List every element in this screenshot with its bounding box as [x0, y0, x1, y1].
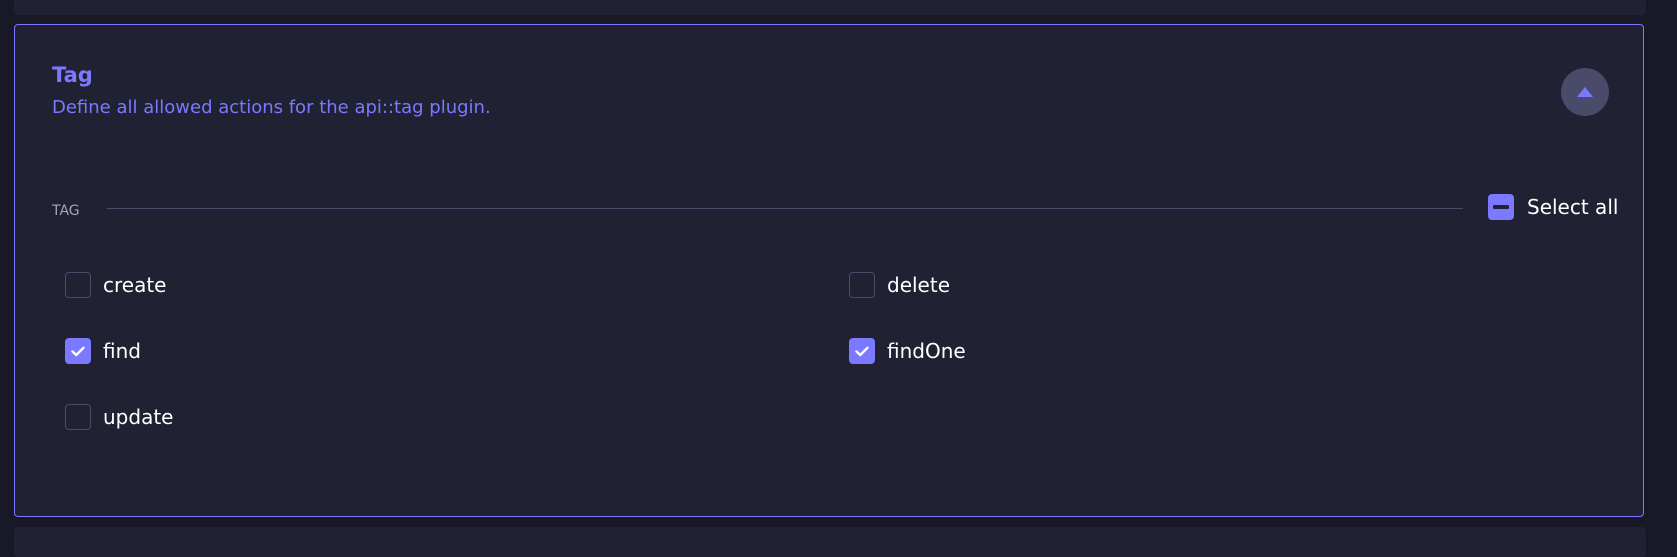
select-all-label: Select all — [1527, 195, 1619, 219]
checkbox-label-find: find — [103, 339, 141, 363]
caret-up-icon — [1577, 87, 1593, 97]
checkbox-findone[interactable]: findOne — [849, 338, 966, 364]
next-panel — [14, 527, 1646, 557]
checkbox-update[interactable]: update — [65, 404, 173, 430]
panel-title: Tag — [52, 63, 93, 87]
checkbox-box-findone[interactable] — [849, 338, 875, 364]
checkbox-box-delete[interactable] — [849, 272, 875, 298]
checkbox-label-findone: findOne — [887, 339, 966, 363]
checkmark-icon — [855, 346, 869, 356]
checkbox-find[interactable]: find — [65, 338, 141, 364]
checkmark-icon — [71, 346, 85, 356]
checkbox-create[interactable]: create — [65, 272, 167, 298]
section-divider — [107, 208, 1463, 209]
collapse-button[interactable] — [1561, 68, 1609, 116]
minus-icon — [1493, 205, 1509, 209]
select-all-box[interactable] — [1488, 194, 1514, 220]
checkbox-box-create[interactable] — [65, 272, 91, 298]
checkbox-delete[interactable]: delete — [849, 272, 950, 298]
checkbox-label-update: update — [103, 405, 174, 429]
panel-subtitle: Define all allowed actions for the api::… — [52, 97, 491, 118]
checkbox-label-create: create — [103, 273, 167, 297]
select-all-checkbox[interactable]: Select all — [1488, 194, 1618, 220]
checkbox-box-update[interactable] — [65, 404, 91, 430]
checkbox-box-find[interactable] — [65, 338, 91, 364]
previous-panel — [14, 0, 1646, 15]
section-label: TAG — [52, 203, 80, 219]
permission-panel-tag: Tag Define all allowed actions for the a… — [14, 24, 1644, 517]
checkbox-label-delete: delete — [887, 273, 951, 297]
